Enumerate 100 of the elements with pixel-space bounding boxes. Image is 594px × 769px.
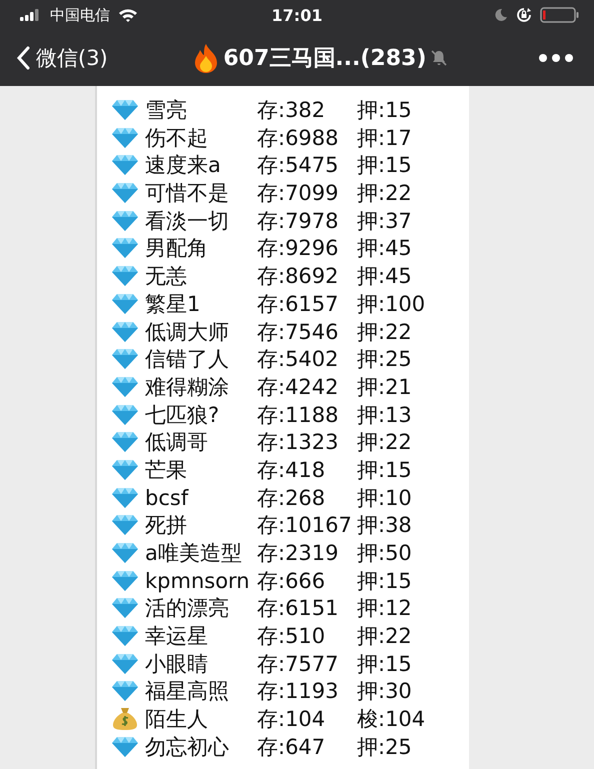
deposit-value: 存:647 [257,734,326,761]
stake-value: 押:22 [357,180,413,208]
deposit-value: 存:666 [257,568,326,595]
deposit-value: 存:1188 [257,402,340,429]
member-name: 可惜不是 [145,180,230,208]
diamond-icon [111,486,139,509]
deposit-value: 存:2319 [257,540,340,567]
deposit-value: 存:6157 [257,290,340,318]
deposit-value: 存:7546 [257,318,340,346]
member-name: a唯美造型 [145,540,243,567]
stake-value: 押:22 [357,318,413,346]
diamond-icon [111,126,139,149]
diamond-icon [111,736,139,758]
carrier-name: 中国电信 [50,6,110,24]
stake-value: 押:30 [357,678,413,706]
member-name: 低调大师 [145,318,230,346]
member-name: 小眼睛 [145,650,209,678]
deposit-value: 存:8692 [257,263,340,290]
deposit-value: 存:5475 [257,152,340,180]
diamond-icon [111,320,139,342]
member-name: 死拼 [145,512,188,540]
member-name: 看淡一切 [145,208,230,235]
deposit-value: 存:6988 [257,124,340,152]
deposit-value: 存:104 [257,706,326,734]
diamond-icon [111,570,139,592]
back-button[interactable]: 微信(3) [16,44,108,72]
diamond-icon [111,292,139,315]
stake-value: 押:15 [357,456,413,484]
member-name: kpmnsorn [145,568,251,593]
stake-value: 押:17 [357,124,413,152]
deposit-value: 存:9296 [257,235,340,262]
stake-value: 押:100 [357,290,426,318]
diamond-icon [111,210,139,232]
member-name: 幸运星 [145,623,209,650]
deposit-value: 存:268 [257,484,326,512]
diamond-icon [111,652,139,675]
member-name: 勿忘初心 [145,734,230,761]
member-name: 雪亮 [145,97,188,124]
member-name: 芒果 [145,456,188,484]
stake-value: 押:25 [357,734,413,761]
stake-value: 押:15 [357,97,413,124]
diamond-icon [111,265,139,288]
stake-value: 押:15 [357,650,413,678]
stake-value: 押:22 [357,429,413,456]
status-time: 17:01 [272,6,322,24]
diamond-icon [111,237,139,260]
stake-value: 押:45 [357,235,413,262]
deposit-value: 存:1323 [257,429,340,456]
deposit-value: 存:418 [257,456,326,484]
battery-icon [540,7,580,23]
diamond-icon [111,431,139,454]
diamond-icon [111,680,139,702]
deposit-value: 存:6151 [257,595,340,622]
diamond-icon [111,404,139,426]
diamond-icon [111,514,139,536]
member-name: 伤不起 [145,124,209,152]
member-name: 低调哥 [145,429,209,456]
deposit-value: 存:1193 [257,678,340,706]
more-icon [538,53,574,63]
member-name: 信错了人 [145,346,230,374]
member-name: 无恙 [145,263,188,290]
money-bag-icon [111,707,139,732]
member-name: 男配角 [145,235,209,262]
deposit-value: 存:5402 [257,346,340,374]
deposit-value: 存:7099 [257,180,340,208]
stake-value: 押:45 [357,263,413,290]
stake-value: 押:15 [357,568,413,595]
diamond-icon [111,597,139,620]
stake-value: 梭:104 [357,706,426,734]
diamond-icon [111,625,139,648]
stake-value: 押:22 [357,623,413,650]
stake-value: 押:12 [357,595,413,622]
member-name: 陌生人 [145,706,209,734]
member-name: 七匹狼? [145,402,220,429]
member-name: bcsf [145,486,190,510]
member-name: 难得糊涂 [145,374,230,401]
deposit-value: 存:10167 [257,512,353,540]
member-name: 繁星1 [145,290,202,318]
member-name: 福星高照 [145,678,230,706]
diamond-icon [111,542,139,564]
member-name: 活的漂亮 [145,595,230,622]
chevron-left-icon [16,46,30,70]
chat-title: 607三马国...(283) [223,45,426,73]
moon-icon [494,8,508,22]
diamond-icon [111,376,139,398]
member-name: 速度来a [145,152,222,180]
deposit-value: 存:4242 [257,374,340,401]
diamond-icon [111,182,139,204]
stake-value: 押:25 [357,346,413,374]
deposit-value: 存:382 [257,97,326,124]
stake-value: 押:37 [357,208,413,235]
deposit-value: 存:510 [257,623,326,650]
stake-value: 押:50 [357,540,413,567]
stake-value: 押:13 [357,402,413,429]
stake-value: 押:21 [357,374,413,401]
deposit-value: 存:7978 [257,208,340,235]
diamond-icon [111,154,139,176]
diamond-icon [111,458,139,481]
diamond-icon [111,348,139,370]
wifi-icon [118,8,138,22]
